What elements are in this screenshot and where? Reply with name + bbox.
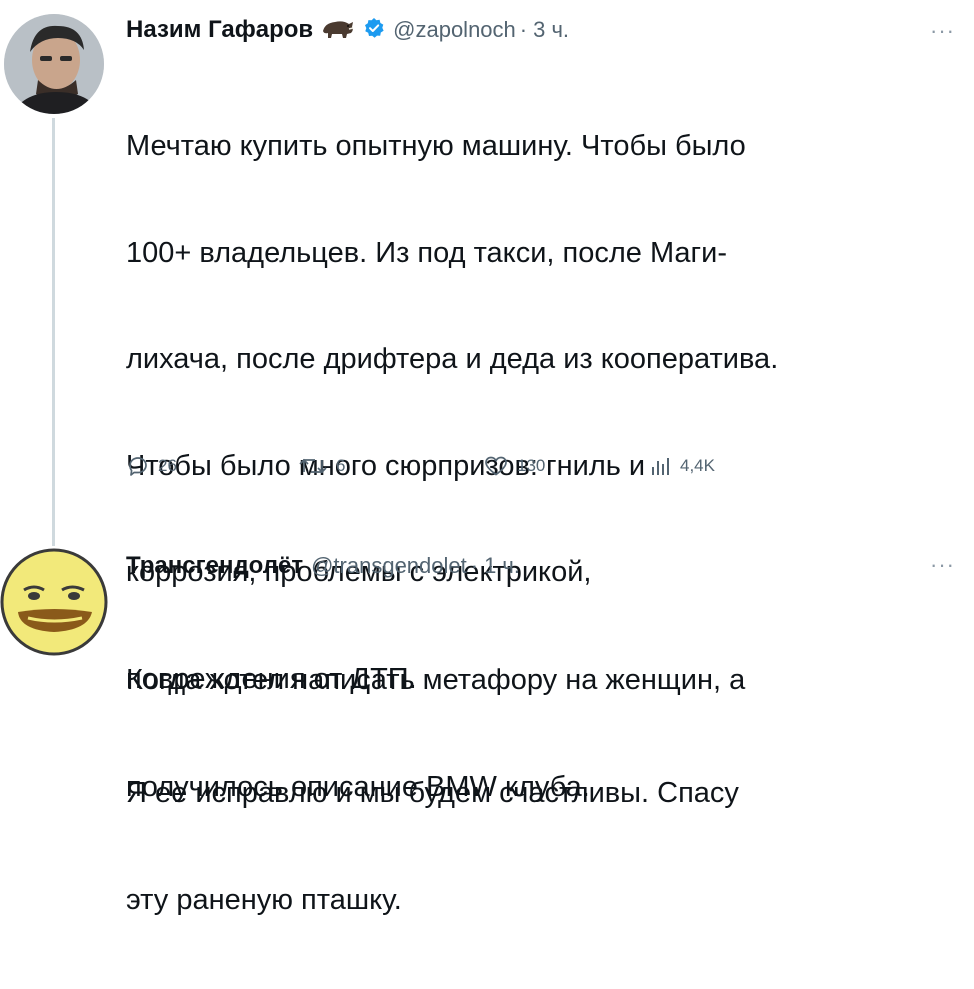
more-options-button[interactable]: ··· — [930, 18, 955, 44]
like-button[interactable]: 130 — [483, 454, 545, 478]
avatar-photo-icon — [4, 14, 104, 114]
author-name[interactable]: Назим Гафаров — [126, 16, 313, 44]
separator-dot: · — [519, 17, 528, 42]
more-options-button[interactable]: ··· — [930, 552, 955, 578]
avatar[interactable] — [4, 14, 104, 114]
views-count: 4,4K — [680, 456, 715, 475]
tweet-2[interactable]: Трансгендолёт @transgendolet · 1 ч. ··· … — [0, 530, 974, 803]
reply-icon — [129, 457, 147, 476]
tweet-text-line: Когда хотел написать метафору на женщин,… — [126, 664, 746, 696]
tweet-text-line: 100+ владельцев. Из под такси, после Маг… — [126, 236, 727, 269]
author-name[interactable]: Трансгендолёт — [126, 552, 303, 580]
tweet-actions-bar: 26 6 130 4,4K — [126, 454, 826, 484]
tweet-timestamp[interactable]: 3 ч. — [533, 17, 569, 43]
boar-icon — [321, 17, 355, 44]
tweet-timestamp[interactable]: 1 ч. — [484, 553, 520, 579]
tweet-header: Трансгендолёт @transgendolet · 1 ч. — [126, 548, 520, 584]
tweet-text-line: лихача, после дрифтера и деда из коопера… — [126, 343, 779, 375]
views-button[interactable]: 4,4K — [648, 454, 715, 478]
author-handle[interactable]: @transgendolet — [311, 553, 467, 579]
retweet-button[interactable]: 6 — [298, 454, 345, 478]
avatar[interactable] — [0, 548, 108, 656]
retweet-count: 6 — [336, 456, 346, 475]
tweet-text-line: Мечтаю купить опытную машину. Чтобы было — [126, 130, 746, 162]
heart-icon — [485, 456, 507, 476]
tweet-text-line: получилось описание BMW клуба. — [126, 770, 590, 803]
smiley-face-icon — [0, 548, 108, 656]
author-handle[interactable]: @zapolnoch — [393, 17, 516, 43]
tweet-1[interactable]: Назим Гафаров @zapolnoch · 3 ч. ··· Мечт… — [0, 0, 974, 916]
tweet-header: Назим Гафаров @zapolnoch · 3 ч. — [126, 12, 569, 48]
analytics-icon — [652, 458, 669, 475]
reply-button[interactable]: 26 — [126, 454, 177, 478]
tweet-text: Когда хотел написать метафору на женщин,… — [126, 592, 745, 876]
tweet-text-line: эту раненую пташку. — [126, 883, 402, 916]
reply-count: 26 — [158, 456, 177, 475]
separator-dot: · — [470, 553, 479, 578]
like-count: 130 — [517, 456, 546, 475]
retweet-icon — [299, 458, 327, 474]
verified-badge-icon — [363, 17, 385, 44]
